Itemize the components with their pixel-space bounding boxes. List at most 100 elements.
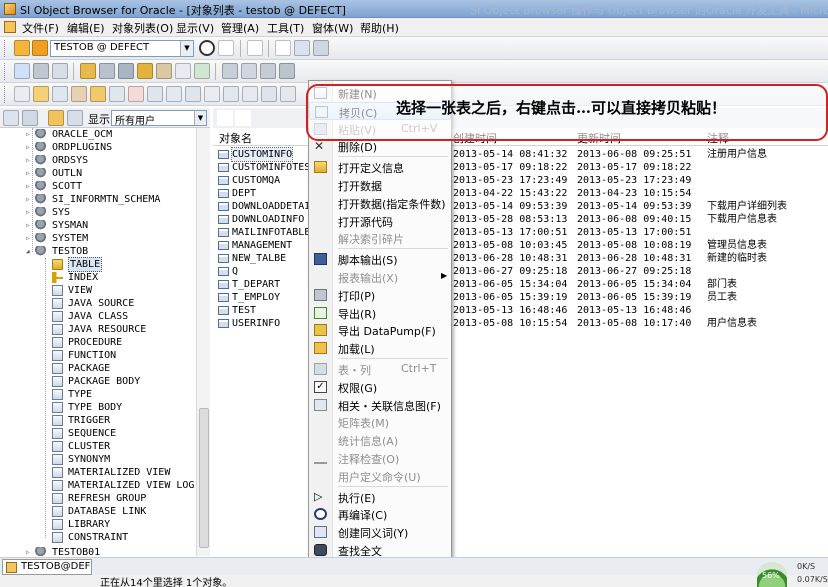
menu-object-list[interactable]: 对象列表(O) — [112, 20, 173, 36]
table-row[interactable]: Q 2013-06-27 09:25:18 2013-06-27 09:25:18 — [213, 265, 828, 278]
table-toolbar-icon[interactable] — [156, 63, 172, 79]
lock-icon[interactable] — [137, 63, 153, 79]
sql-icon[interactable] — [14, 63, 30, 79]
table-row[interactable]: TEST 2013-05-13 16:48:46 2013-05-13 16:48:… — [213, 304, 828, 317]
context-menu-item[interactable]: 打印(P) — [309, 286, 451, 304]
tree-expand-icon[interactable]: ▷ — [26, 235, 32, 242]
menu-help[interactable]: 帮助(H) — [360, 20, 399, 36]
refresh-icon[interactable] — [218, 40, 234, 56]
cut-icon[interactable] — [275, 40, 291, 56]
storage-icon[interactable] — [118, 63, 134, 79]
table-type-icon[interactable] — [14, 86, 30, 102]
table-row[interactable]: DEPT 2013-04-22 15:43:22 2013-04-23 10:15:… — [213, 187, 828, 200]
tree-expand-icon[interactable]: ▷ — [26, 131, 32, 138]
index-type-icon[interactable] — [33, 86, 49, 102]
table-row[interactable]: USERINFO 2013-05-08 10:15:54 2013-05-08 10… — [213, 317, 828, 330]
paste-toolbar-icon[interactable] — [313, 40, 329, 56]
toolbar-grip[interactable] — [4, 86, 7, 103]
user-icon[interactable] — [80, 63, 96, 79]
context-menu-item[interactable]: 打开定义信息 — [309, 158, 451, 176]
table-row[interactable]: DOWNLOADINFO 2013-05-28 08:53:13 2013-06-0… — [213, 213, 828, 226]
menu-view[interactable]: 显示(V) — [176, 20, 214, 36]
link-type-icon[interactable] — [280, 86, 296, 102]
type-type-icon[interactable] — [166, 86, 182, 102]
menu-app-icon[interactable] — [4, 21, 16, 33]
table-row[interactable]: MAILINFOTABLE 2013-05-13 17:00:51 2013-05-… — [213, 226, 828, 239]
stop-icon[interactable] — [199, 40, 215, 56]
tree-expand-icon[interactable]: ▷ — [26, 549, 32, 556]
tree-expand-icon[interactable]: ▷ — [26, 157, 32, 164]
tree-expand-icon[interactable]: ▷ — [26, 196, 32, 203]
tree-expand-icon[interactable]: ▷ — [26, 144, 32, 151]
package-body-type-icon[interactable] — [147, 86, 163, 102]
tree-scrollbar[interactable] — [196, 128, 210, 556]
mview-type-icon[interactable] — [261, 86, 277, 102]
context-menu-item[interactable]: ✓ 权限(G) — [309, 378, 451, 396]
column-header-name[interactable]: 对象名 — [219, 130, 252, 146]
context-menu-item[interactable]: 导出(R) — [309, 304, 451, 322]
search-next-icon[interactable] — [235, 110, 251, 126]
procedure-type-icon[interactable] — [90, 86, 106, 102]
context-menu-item[interactable]: 打开数据 — [309, 176, 451, 194]
menu-file[interactable]: 文件(F) — [22, 20, 59, 36]
connection-select[interactable]: TESTOB @ DEFECT ▼ — [50, 40, 194, 57]
table-row[interactable]: DOWNLOADDETAIL 2013-05-14 09:53:39 2013-05… — [213, 200, 828, 213]
tree-expand-icon[interactable]: ▷ — [26, 222, 32, 229]
list-view-icon[interactable] — [22, 110, 38, 126]
tree-expand-icon[interactable]: ▷ — [26, 170, 32, 177]
view-type-icon[interactable] — [52, 86, 68, 102]
table-row[interactable]: T_DEPART 2013-06-05 15:34:04 2013-06-05 15… — [213, 278, 828, 291]
window-icon[interactable] — [52, 63, 68, 79]
disconnect-icon[interactable] — [32, 40, 48, 56]
function-type-icon[interactable] — [109, 86, 125, 102]
menu-admin[interactable]: 管理(A) — [221, 20, 259, 36]
table-row[interactable]: CUSTOMQA 2013-05-23 17:23:49 2013-05-23 17… — [213, 174, 828, 187]
context-menu-item[interactable]: 加载(L) — [309, 339, 451, 357]
menu-tools[interactable]: 工具(T) — [267, 20, 304, 36]
context-menu-item[interactable]: 打开源代码 — [309, 212, 451, 230]
table-row[interactable]: MANAGEMENT 2013-05-08 10:03:45 2013-05-08 … — [213, 239, 828, 252]
tree-view-icon[interactable] — [3, 110, 19, 126]
import-toolbar-icon[interactable] — [279, 63, 295, 79]
context-menu-item[interactable]: 打开数据(指定条件数) — [309, 194, 451, 212]
package-type-icon[interactable] — [128, 86, 144, 102]
database-toolbar-icon[interactable] — [99, 63, 115, 79]
cluster-type-icon[interactable] — [223, 86, 239, 102]
binoculars-icon[interactable] — [217, 110, 233, 126]
trigger-type-icon[interactable] — [185, 86, 201, 102]
scrollbar-thumb[interactable] — [199, 408, 209, 548]
toolbar-grip[interactable] — [4, 40, 7, 57]
tree-collapse-icon[interactable]: ◢ — [26, 248, 32, 255]
copy-toolbar-icon[interactable] — [294, 40, 310, 56]
java-type-icon[interactable] — [71, 86, 87, 102]
document-tab[interactable]: TESTOB@DEF… — [2, 559, 92, 575]
connect-icon[interactable] — [14, 40, 30, 56]
chevron-down-icon[interactable]: ▼ — [180, 41, 193, 56]
monitor-icon[interactable] — [194, 63, 210, 79]
menu-edit[interactable]: 编辑(E) — [67, 20, 105, 36]
context-menu-item[interactable]: 导出 DataPump(F) — [309, 321, 451, 339]
filter-icon[interactable] — [48, 110, 64, 126]
script-icon[interactable] — [241, 63, 257, 79]
synonym-type-icon[interactable] — [242, 86, 258, 102]
export-toolbar-icon[interactable] — [260, 63, 276, 79]
tree-expand-icon[interactable]: ▷ — [26, 209, 32, 216]
context-menu-item[interactable]: 创建同义词(Y) — [309, 523, 451, 541]
user-filter-select[interactable]: 所有用户 ▼ — [111, 110, 207, 127]
report-icon[interactable] — [222, 63, 238, 79]
context-menu-item[interactable]: 相关・关联信息图(F) — [309, 396, 451, 414]
menu-window[interactable]: 窗体(W) — [312, 20, 353, 36]
context-menu-item[interactable]: ▷ 执行(E) — [309, 488, 451, 506]
toolbar-grip[interactable] — [4, 63, 7, 80]
table-row[interactable]: CUSTOMINFOTEST 2013-05-17 09:18:22 2013-05… — [213, 161, 828, 174]
schema-icon[interactable] — [67, 110, 83, 126]
table-row[interactable]: CUSTOMINFO 2013-05-14 08:41:32 2013-06-08 … — [213, 147, 828, 162]
context-menu-item[interactable]: 再编译(C) — [309, 505, 451, 523]
context-menu-item[interactable]: 脚本输出(S) — [309, 250, 451, 268]
table-row[interactable]: NEW_TALBE 2013-06-28 10:48:31 2013-06-28 1… — [213, 252, 828, 265]
edit-sql-icon[interactable] — [33, 63, 49, 79]
cube-icon[interactable] — [175, 63, 191, 79]
table-row[interactable]: T_EMPLOY 2013-06-05 15:39:19 2013-06-05 15… — [213, 291, 828, 304]
chevron-down-icon[interactable]: ▼ — [194, 111, 206, 125]
sequence-type-icon[interactable] — [204, 86, 220, 102]
